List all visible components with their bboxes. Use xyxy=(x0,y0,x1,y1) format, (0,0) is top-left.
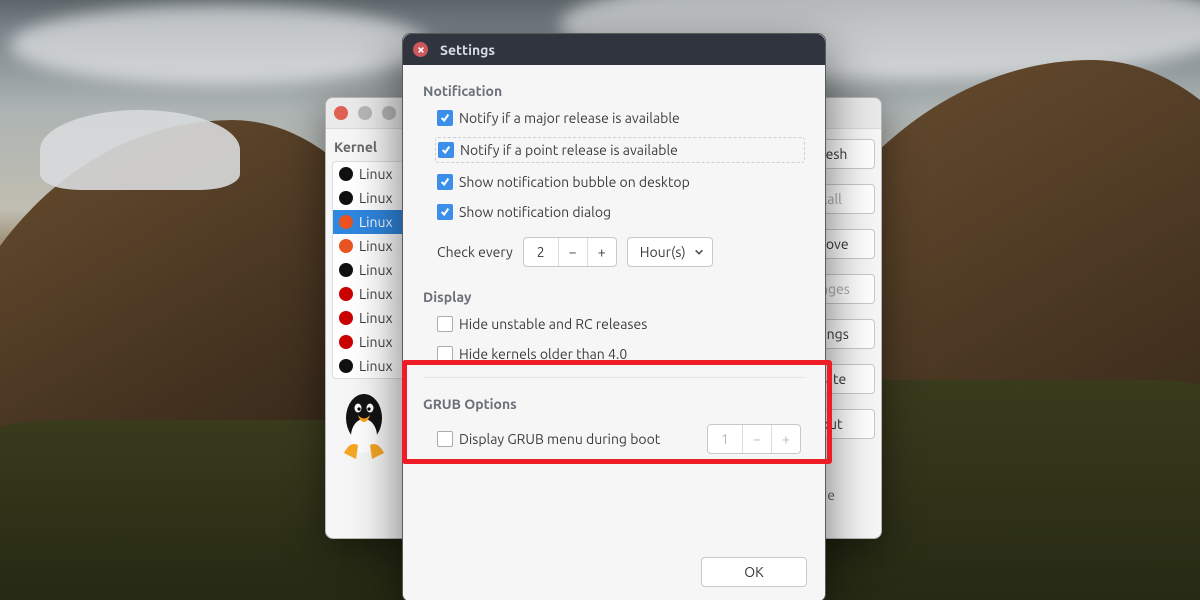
notify-point-checkbox[interactable]: Notify if a point release is available xyxy=(435,137,805,163)
minimize-icon[interactable] xyxy=(358,106,372,120)
interval-unit-combo[interactable]: Hour(s) xyxy=(627,237,713,267)
display-grub-checkbox[interactable]: Display GRUB menu during boot xyxy=(437,428,660,450)
checkbox-icon xyxy=(437,174,453,190)
ubuntu-icon xyxy=(339,239,353,253)
close-icon[interactable] xyxy=(334,106,348,120)
settings-dialog: Settings Notification Notify if a major … xyxy=(402,33,826,600)
checkbox-icon xyxy=(437,110,453,126)
grub-timeout-value: 1 xyxy=(708,425,742,453)
increment-button[interactable]: + xyxy=(587,238,616,266)
tux-icon xyxy=(339,335,353,349)
notify-major-checkbox[interactable]: Notify if a major release is available xyxy=(423,107,805,129)
notification-heading: Notification xyxy=(423,83,805,99)
grub-timeout-stepper: 1 − + xyxy=(707,424,801,454)
checkbox-icon xyxy=(437,431,453,447)
tux-icon xyxy=(339,311,353,325)
notify-dialog-checkbox[interactable]: Show notification dialog xyxy=(423,201,805,223)
check-every-label: Check every xyxy=(437,244,513,260)
tux-logo-icon xyxy=(332,389,396,461)
grub-heading: GRUB Options xyxy=(423,396,805,412)
truncated-label: e xyxy=(827,487,875,503)
separator xyxy=(423,377,805,378)
maximize-icon[interactable] xyxy=(382,106,396,120)
interval-value[interactable]: 2 xyxy=(524,238,558,266)
checkbox-icon xyxy=(438,142,454,158)
close-icon[interactable] xyxy=(413,42,428,57)
increment-button: + xyxy=(771,425,800,453)
hide-older-checkbox[interactable]: Hide kernels older than 4.0 xyxy=(423,343,805,365)
dialog-title: Settings xyxy=(440,42,495,58)
settings-titlebar[interactable]: Settings xyxy=(403,34,825,65)
checkbox-icon xyxy=(437,204,453,220)
chevron-down-icon xyxy=(694,247,704,257)
tux-icon xyxy=(339,359,353,373)
interval-stepper[interactable]: 2 − + xyxy=(523,237,617,267)
tux-icon xyxy=(339,167,353,181)
ok-button[interactable]: OK xyxy=(701,557,807,587)
tux-icon xyxy=(339,191,353,205)
decrement-button: − xyxy=(742,425,771,453)
checkbox-icon xyxy=(437,316,453,332)
decrement-button[interactable]: − xyxy=(558,238,587,266)
hide-unstable-checkbox[interactable]: Hide unstable and RC releases xyxy=(423,313,805,335)
checkbox-icon xyxy=(437,346,453,362)
notify-bubble-checkbox[interactable]: Show notification bubble on desktop xyxy=(423,171,805,193)
tux-icon xyxy=(339,287,353,301)
tux-icon xyxy=(339,263,353,277)
display-heading: Display xyxy=(423,289,805,305)
ubuntu-icon xyxy=(339,215,353,229)
